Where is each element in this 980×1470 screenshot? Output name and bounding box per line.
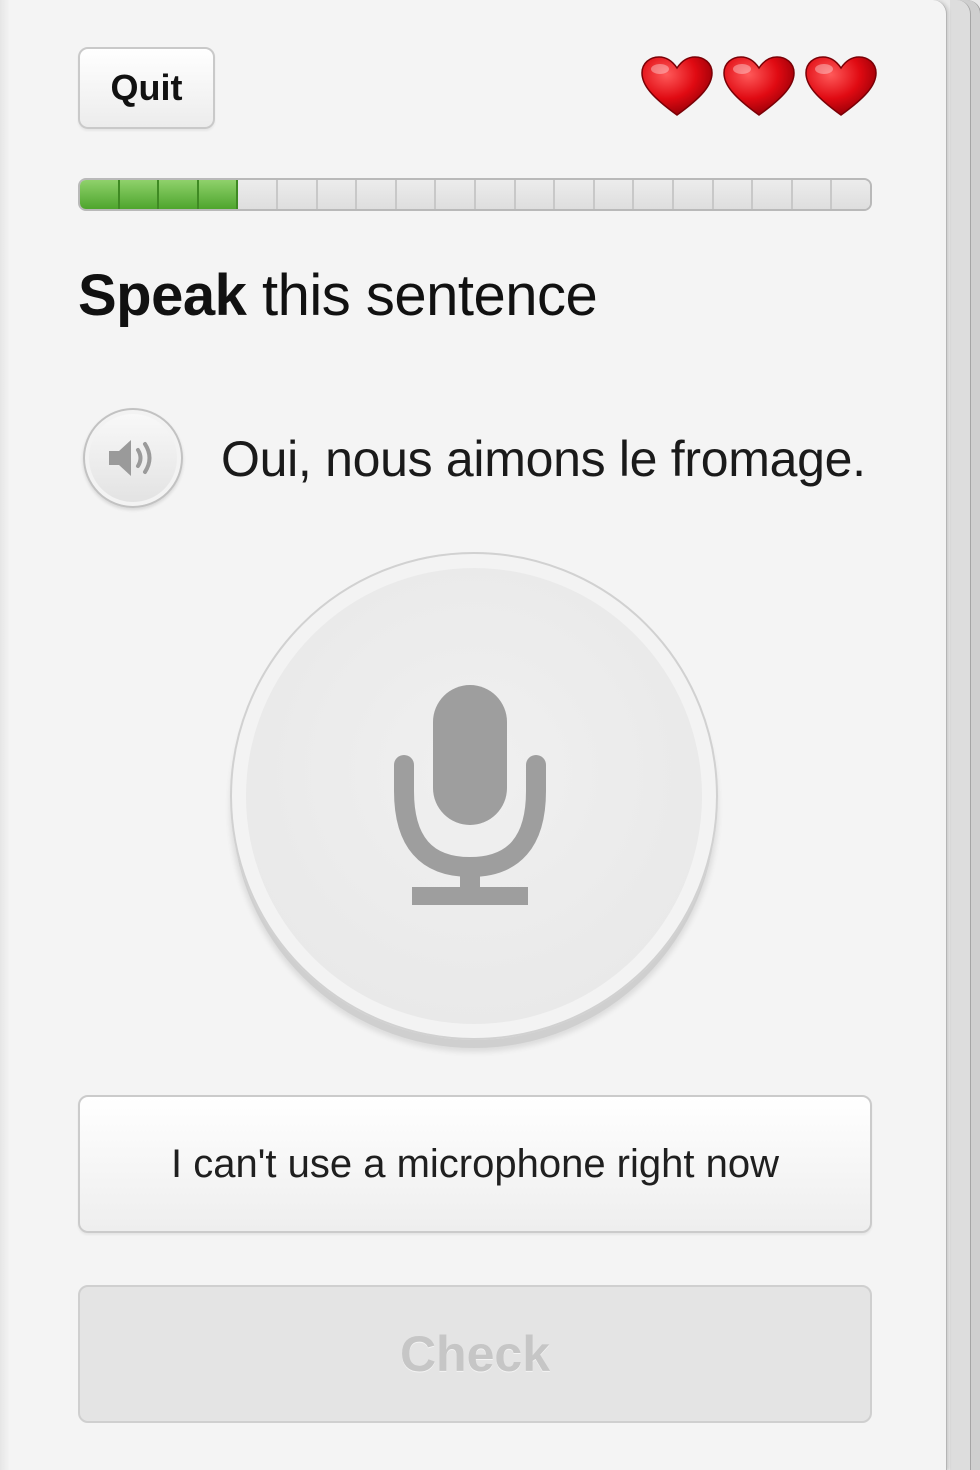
no-microphone-button[interactable]: I can't use a microphone right now	[78, 1095, 872, 1233]
progress-segment-empty	[673, 180, 714, 209]
progress-segment-empty	[634, 180, 674, 209]
progress-segment-empty	[832, 180, 870, 209]
progress-segment-empty	[753, 180, 793, 209]
progress-segment-empty	[277, 180, 318, 209]
card-stack-edge	[950, 0, 971, 1470]
lives-hearts	[640, 55, 878, 121]
microphone-icon	[394, 685, 546, 905]
speaker-icon	[109, 440, 152, 476]
quit-button[interactable]: Quit	[78, 47, 215, 129]
progress-segment-empty	[713, 180, 754, 209]
instruction-verb: Speak	[78, 263, 247, 328]
instruction-rest: this sentence	[246, 263, 598, 328]
progress-segment-complete	[198, 180, 239, 209]
heart-icon	[804, 55, 878, 121]
progress-segment-complete	[159, 180, 199, 209]
progress-segment-empty	[515, 180, 556, 209]
progress-segment-empty	[357, 180, 397, 209]
record-microphone-button[interactable]	[230, 552, 718, 1040]
target-sentence: Oui, nous aimons le fromage.	[221, 431, 866, 487]
progress-segment-empty	[396, 180, 437, 209]
play-audio-button[interactable]	[83, 408, 183, 508]
heart-icon	[640, 55, 714, 121]
progress-segment-empty	[475, 180, 516, 209]
instruction-title: Speak this sentence	[78, 262, 598, 329]
lesson-card: Quit Speak this sentence Oui, nous aimon…	[0, 0, 947, 1470]
progress-segment-empty	[792, 180, 833, 209]
progress-segment-complete	[119, 180, 160, 209]
lesson-progress-bar	[78, 178, 872, 211]
progress-segment-empty	[594, 180, 635, 209]
progress-segment-complete	[80, 180, 120, 209]
progress-segment-empty	[555, 180, 595, 209]
progress-segment-empty	[436, 180, 476, 209]
card-shadow	[0, 0, 10, 1470]
progress-segment-empty	[317, 180, 358, 209]
heart-icon	[722, 55, 796, 121]
check-button[interactable]: Check	[78, 1285, 872, 1423]
progress-segment-empty	[238, 180, 278, 209]
